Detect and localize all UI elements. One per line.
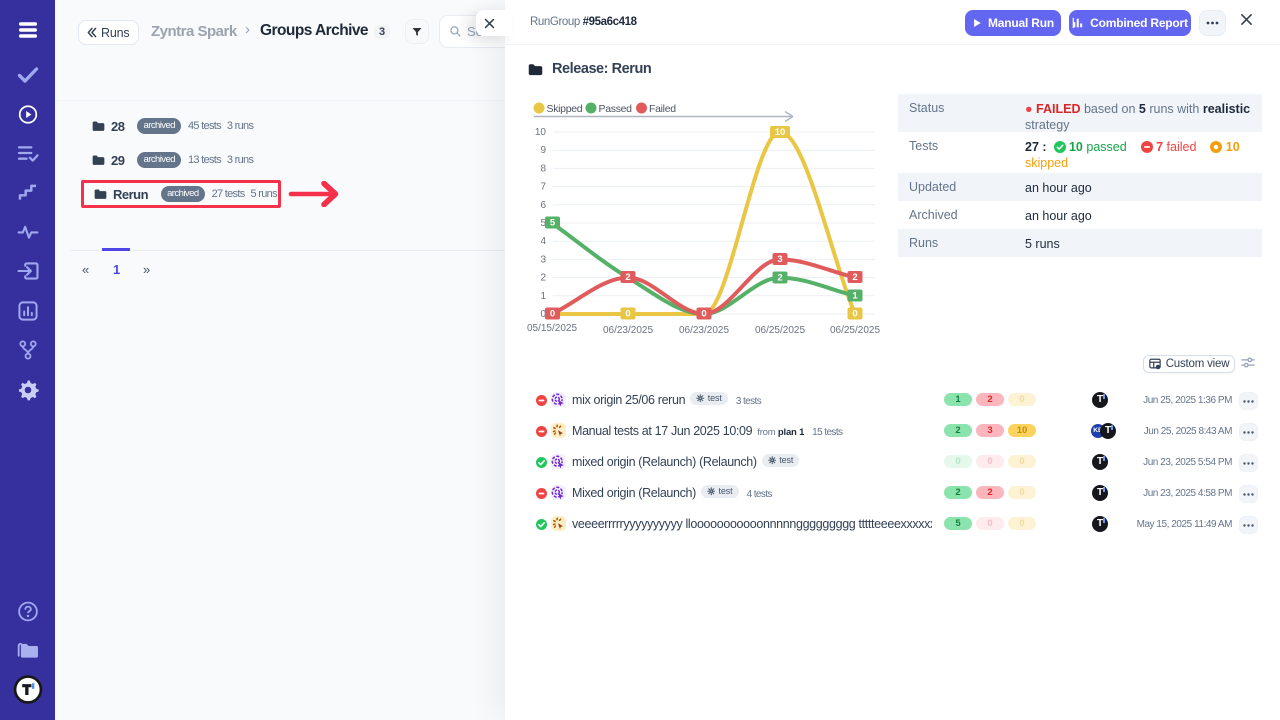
svg-text:2: 2	[625, 272, 630, 283]
svg-text:06/25/2025: 06/25/2025	[830, 325, 880, 336]
svg-text:10: 10	[535, 127, 547, 138]
svg-text:Passed: Passed	[599, 103, 633, 115]
svg-text:1: 1	[852, 291, 858, 302]
svg-text:Failed: Failed	[649, 103, 676, 115]
svg-text:9: 9	[540, 145, 546, 156]
svg-text:8: 8	[540, 163, 546, 174]
svg-text:0: 0	[625, 309, 630, 320]
svg-text:06/25/2025: 06/25/2025	[755, 325, 805, 336]
svg-text:2: 2	[852, 272, 857, 283]
svg-text:7: 7	[540, 182, 546, 193]
svg-text:10: 10	[775, 127, 786, 138]
svg-text:0: 0	[701, 309, 706, 320]
svg-text:0: 0	[550, 309, 555, 320]
svg-text:5: 5	[550, 218, 556, 229]
svg-text:2: 2	[777, 273, 782, 284]
svg-text:6: 6	[540, 200, 546, 211]
svg-text:06/23/2025: 06/23/2025	[603, 325, 653, 336]
svg-text:Skipped: Skipped	[547, 103, 583, 115]
svg-text:4: 4	[540, 236, 546, 247]
svg-text:3: 3	[540, 254, 546, 265]
svg-text:1: 1	[540, 291, 546, 302]
svg-text:2: 2	[540, 273, 546, 284]
svg-text:05/15/2025: 05/15/2025	[527, 323, 577, 334]
svg-text:06/23/2025: 06/23/2025	[679, 325, 729, 336]
svg-text:0: 0	[852, 309, 857, 320]
svg-text:3: 3	[777, 254, 782, 265]
